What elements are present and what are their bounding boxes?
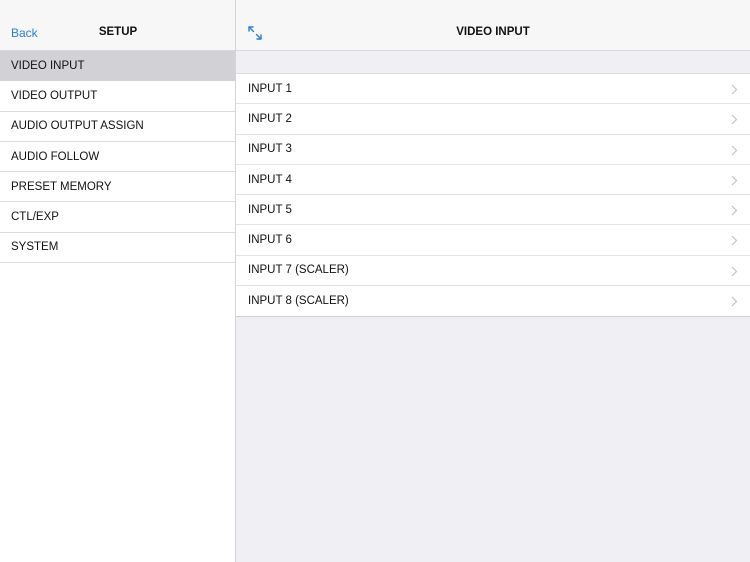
sidebar-item-audio-follow[interactable]: AUDIO FOLLOW bbox=[0, 142, 235, 173]
chevron-right-icon bbox=[731, 266, 738, 277]
chevron-right-icon bbox=[731, 236, 738, 246]
setup-sidebar: Back SETUP VIDEO INPUT VIDEO OUTPUT AUDI… bbox=[0, 0, 236, 562]
sidebar-item-audio-output-assign[interactable]: AUDIO OUTPUT ASSIGN bbox=[0, 112, 235, 142]
sidebar-item-preset-memory[interactable]: PRESET MEMORY bbox=[0, 172, 235, 203]
list-item-label: INPUT 5 bbox=[248, 203, 292, 216]
chevron-right-icon bbox=[731, 114, 738, 125]
list-item-label: INPUT 6 bbox=[248, 234, 292, 247]
list-item-input-8-scaler[interactable]: INPUT 8 (SCALER) bbox=[236, 286, 750, 316]
list-item-label: INPUT 2 bbox=[248, 112, 292, 125]
input-list: INPUT 1 INPUT 2 INPUT 3 INPUT 4 INPUT 5 … bbox=[236, 73, 750, 318]
sidebar-header: Back SETUP bbox=[0, 0, 235, 51]
sidebar-item-ctl-exp[interactable]: CTL/EXP bbox=[0, 202, 235, 233]
list-item-input-6[interactable]: INPUT 6 bbox=[236, 225, 750, 256]
sidebar-item-system[interactable]: SYSTEM bbox=[0, 233, 235, 264]
list-item-input-2[interactable]: INPUT 2 bbox=[236, 104, 750, 135]
chevron-right-icon bbox=[731, 84, 738, 95]
list-item-label: INPUT 4 bbox=[248, 173, 292, 186]
list-item-input-5[interactable]: INPUT 5 bbox=[236, 195, 750, 226]
list-item-input-7-scaler[interactable]: INPUT 7 (SCALER) bbox=[236, 256, 750, 287]
sidebar-item-video-output[interactable]: VIDEO OUTPUT bbox=[0, 81, 235, 112]
chevron-right-icon bbox=[731, 296, 738, 307]
chevron-right-icon bbox=[731, 205, 738, 216]
list-item-label: INPUT 3 bbox=[248, 143, 292, 156]
sidebar-title: SETUP bbox=[98, 26, 138, 38]
detail-pane: VIDEO INPUT INPUT 1 INPUT 2 INPUT 3 INPU… bbox=[236, 0, 750, 562]
app-window: Back SETUP VIDEO INPUT VIDEO OUTPUT AUDI… bbox=[0, 0, 750, 562]
list-item-label: INPUT 1 bbox=[248, 82, 292, 95]
list-item-label: INPUT 8 (SCALER) bbox=[248, 295, 349, 308]
detail-header: VIDEO INPUT bbox=[236, 0, 750, 51]
chevron-right-icon bbox=[731, 145, 738, 156]
list-item-input-3[interactable]: INPUT 3 bbox=[236, 135, 750, 165]
detail-title: VIDEO INPUT bbox=[456, 26, 530, 38]
sidebar-item-video-input[interactable]: VIDEO INPUT bbox=[0, 51, 235, 82]
list-item-input-4[interactable]: INPUT 4 bbox=[236, 165, 750, 196]
list-item-input-1[interactable]: INPUT 1 bbox=[236, 74, 750, 105]
chevron-right-icon bbox=[731, 175, 738, 186]
list-item-label: INPUT 7 (SCALER) bbox=[248, 264, 349, 277]
